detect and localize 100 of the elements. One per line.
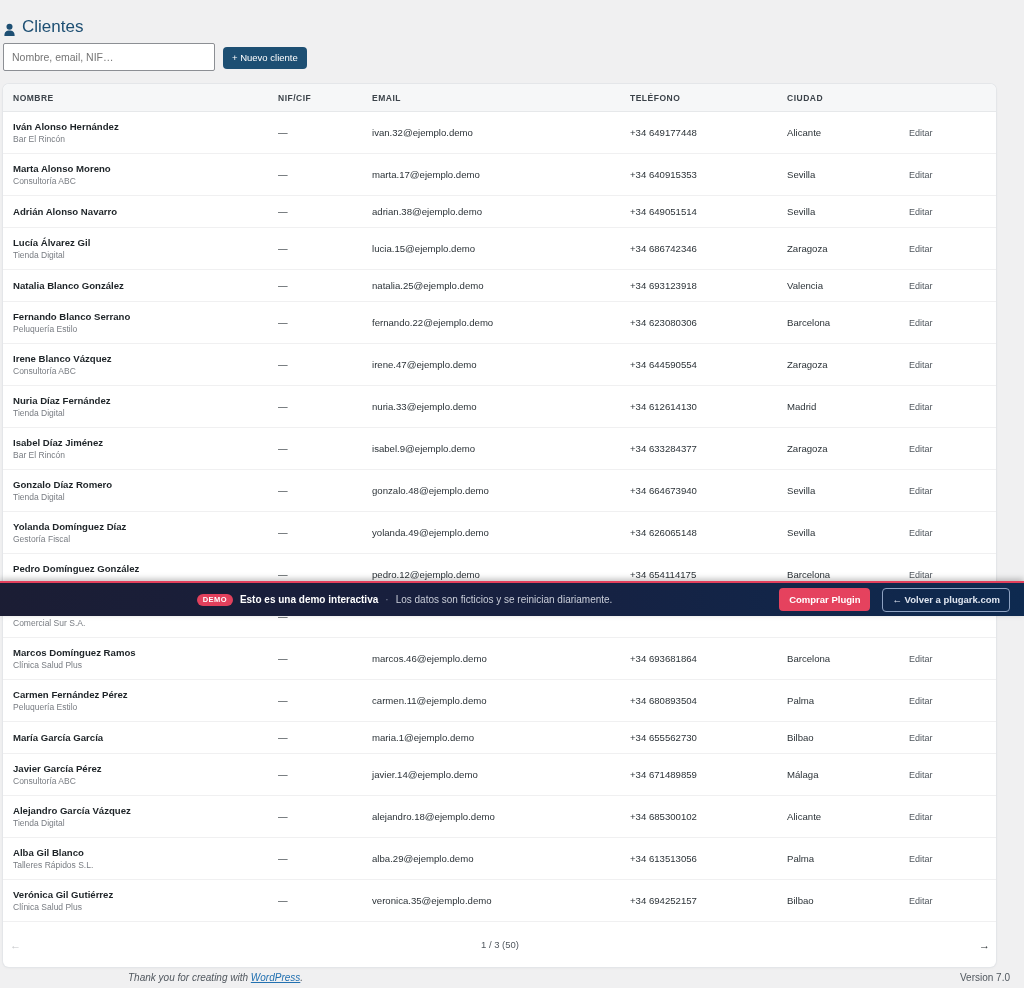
nif-cell: — xyxy=(278,443,288,454)
nif-cell: — xyxy=(278,769,288,780)
company-name: Bar El Rincón xyxy=(13,449,65,461)
client-name: Pedro Domínguez González xyxy=(13,562,140,575)
email-cell: yolanda.49@ejemplo.demo xyxy=(372,527,489,538)
company-name: Gestoría Fiscal xyxy=(13,533,71,545)
nif-cell: — xyxy=(278,206,288,217)
edit-link[interactable]: Editar xyxy=(909,443,933,454)
client-name: Fernando Blanco Serrano xyxy=(13,310,131,323)
edit-link[interactable]: Editar xyxy=(909,695,933,706)
phone-cell: +34 686742346 xyxy=(630,243,697,254)
company-name: Talleres Rápidos S.L. xyxy=(13,859,94,871)
nif-cell: — xyxy=(278,280,288,291)
company-name: Tienda Digital xyxy=(13,491,65,503)
city-cell: Sevilla xyxy=(787,169,816,180)
phone-cell: +34 680893504 xyxy=(630,695,697,706)
client-name: Adrián Alonso Navarro xyxy=(13,205,118,218)
column-header: NIF/CIF xyxy=(277,92,313,103)
email-cell: marta.17@ejemplo.demo xyxy=(372,169,480,180)
edit-link[interactable]: Editar xyxy=(909,853,933,864)
email-cell: alejandro.18@ejemplo.demo xyxy=(372,811,495,822)
edit-link[interactable]: Editar xyxy=(909,527,933,538)
nif-cell: — xyxy=(278,527,288,538)
search-field[interactable]: Nombre, email, NIF… xyxy=(3,43,215,71)
client-name: Carmen Fernández Pérez xyxy=(13,688,128,701)
nif-cell: — xyxy=(278,359,288,370)
edit-link[interactable]: Editar xyxy=(909,769,933,780)
client-name: Javier García Pérez xyxy=(13,762,102,775)
company-name: Bar El Rincón xyxy=(13,133,65,145)
email-cell: natalia.25@ejemplo.demo xyxy=(372,280,484,291)
nif-cell: — xyxy=(278,485,288,496)
edit-link[interactable]: Editar xyxy=(909,653,933,664)
version-text: Version 7.0 xyxy=(959,971,1010,983)
phone-cell: +34 633284377 xyxy=(630,443,697,454)
client-name: Irene Blanco Vázquez xyxy=(13,352,112,365)
nif-cell: — xyxy=(278,732,288,743)
user-icon xyxy=(4,22,15,36)
phone-cell: +34 649177448 xyxy=(630,127,697,138)
edit-link[interactable]: Editar xyxy=(909,359,933,370)
edit-link[interactable]: Editar xyxy=(909,280,933,291)
nif-cell: — xyxy=(278,401,288,412)
edit-link[interactable]: Editar xyxy=(909,895,933,906)
city-cell: Málaga xyxy=(787,769,819,780)
nif-cell: — xyxy=(278,317,288,328)
city-cell: Sevilla xyxy=(787,485,816,496)
company-name: Tienda Digital xyxy=(13,249,65,261)
city-cell: Alicante xyxy=(787,811,822,822)
client-name: Yolanda Domínguez Díaz xyxy=(13,520,127,533)
nif-cell: — xyxy=(278,243,288,254)
phone-cell: +34 694252157 xyxy=(630,895,697,906)
city-cell: Zaragoza xyxy=(787,359,828,370)
edit-link[interactable]: Editar xyxy=(909,485,933,496)
city-cell: Madrid xyxy=(787,401,817,412)
new-client-button[interactable]: + Nuevo cliente xyxy=(223,46,307,69)
nif-cell: — xyxy=(278,653,288,664)
phone-cell: +34 654114175 xyxy=(630,569,697,580)
phone-cell: +34 640915353 xyxy=(630,169,697,180)
page-status: 1 / 3 (50) xyxy=(481,939,519,950)
column-header: CIUDAD xyxy=(786,92,825,103)
client-name: Natalia Blanco González xyxy=(13,279,124,292)
edit-link[interactable]: Editar xyxy=(909,401,933,412)
banner-message: Los datos son ficticios y se reinician diariamente. xyxy=(395,594,613,605)
company-name: Consultoría ABC xyxy=(13,175,76,187)
edit-link[interactable]: Editar xyxy=(909,811,933,822)
next-page-link[interactable]: → xyxy=(979,938,990,951)
client-name: Marcos Domínguez Ramos xyxy=(13,646,136,659)
phone-cell: +34 664673940 xyxy=(630,485,697,496)
client-name: María García García xyxy=(13,731,104,744)
email-cell: carmen.11@ejemplo.demo xyxy=(372,695,487,706)
phone-cell: +34 626065148 xyxy=(630,527,697,538)
company-name: Comercial Sur S.A. xyxy=(13,617,86,629)
city-cell: Alicante xyxy=(787,127,822,138)
edit-link[interactable]: Editar xyxy=(909,569,933,580)
company-name: Consultoría ABC xyxy=(13,775,76,787)
edit-link[interactable]: Editar xyxy=(909,127,933,138)
edit-link[interactable]: Editar xyxy=(909,243,933,254)
buy-plugin-button[interactable]: Comprar Plugin xyxy=(779,588,871,611)
client-name: Gonzalo Díaz Romero xyxy=(13,478,113,491)
edit-link[interactable]: Editar xyxy=(909,732,933,743)
email-cell: gonzalo.48@ejemplo.demo xyxy=(372,485,489,496)
email-cell: alba.29@ejemplo.demo xyxy=(372,853,474,864)
email-cell: pedro.12@ejemplo.demo xyxy=(372,569,480,580)
nif-cell: — xyxy=(278,169,288,180)
phone-cell: +34 644590554 xyxy=(630,359,697,370)
phone-cell: +34 671489859 xyxy=(630,769,697,780)
edit-link[interactable]: Editar xyxy=(909,317,933,328)
edit-link[interactable]: Editar xyxy=(909,169,933,180)
nif-cell: — xyxy=(278,695,288,706)
nif-cell: — xyxy=(278,611,288,622)
email-cell: marcos.46@ejemplo.demo xyxy=(372,653,487,664)
edit-link[interactable]: Editar xyxy=(909,206,933,217)
company-name: Consultoría ABC xyxy=(13,365,76,377)
email-cell: javier.14@ejemplo.demo xyxy=(372,769,478,780)
footer-credit: Thank you for creating with WordPress. xyxy=(128,971,304,983)
email-cell: adrian.38@ejemplo.demo xyxy=(372,206,482,217)
column-header: EMAIL xyxy=(371,92,402,103)
city-cell: Zaragoza xyxy=(787,243,828,254)
phone-cell: +34 612614130 xyxy=(630,401,697,412)
email-cell: veronica.35@ejemplo.demo xyxy=(372,895,492,906)
back-button[interactable]: ← Volver a plugark.com xyxy=(882,587,1010,612)
